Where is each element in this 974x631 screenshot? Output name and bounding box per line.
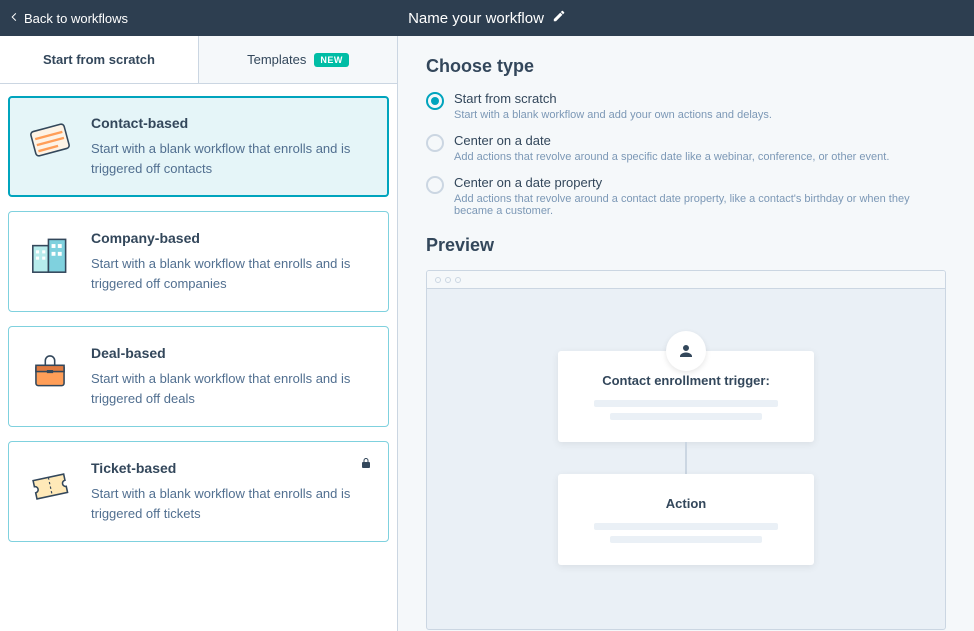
tab-start-from-scratch[interactable]: Start from scratch bbox=[0, 36, 198, 83]
placeholder-line bbox=[610, 536, 761, 543]
lock-icon bbox=[360, 456, 372, 468]
placeholder-line bbox=[610, 413, 761, 420]
trigger-label: Contact enrollment trigger: bbox=[578, 373, 794, 388]
radio-center-on-date[interactable]: Center on a date Add actions that revolv… bbox=[426, 133, 946, 163]
contact-icon bbox=[25, 115, 75, 165]
right-panel: Choose type Start from scratch Start wit… bbox=[398, 36, 974, 631]
back-label: Back to workflows bbox=[24, 11, 128, 26]
tab-label: Start from scratch bbox=[43, 52, 155, 67]
tab-templates[interactable]: Templates NEW bbox=[198, 36, 397, 83]
deal-icon bbox=[25, 345, 75, 395]
radio-start-from-scratch[interactable]: Start from scratch Start with a blank wo… bbox=[426, 91, 946, 121]
choose-type-heading: Choose type bbox=[426, 56, 946, 77]
preview-window: Contact enrollment trigger: Action bbox=[426, 270, 946, 630]
left-panel: Start from scratch Templates NEW bbox=[0, 36, 398, 631]
card-deal-based[interactable]: Deal-based Start with a blank workflow t… bbox=[8, 326, 389, 427]
tab-label: Templates bbox=[247, 52, 306, 67]
back-to-workflows-link[interactable]: Back to workflows bbox=[0, 11, 128, 26]
window-dot-icon bbox=[445, 277, 451, 283]
radio-indicator bbox=[426, 92, 444, 110]
radio-label: Center on a date property bbox=[454, 175, 946, 190]
app-header: Back to workflows Name your workflow bbox=[0, 0, 974, 36]
card-desc: Start with a blank workflow that enrolls… bbox=[91, 254, 372, 293]
radio-desc: Add actions that revolve around a specif… bbox=[454, 151, 889, 163]
window-dot-icon bbox=[455, 277, 461, 283]
radio-desc: Start with a blank workflow and add your… bbox=[454, 109, 772, 121]
workflow-title-edit[interactable]: Name your workflow bbox=[408, 9, 566, 27]
tabs: Start from scratch Templates NEW bbox=[0, 36, 397, 84]
radio-label: Center on a date bbox=[454, 133, 889, 148]
radio-indicator bbox=[426, 176, 444, 194]
ticket-icon bbox=[25, 460, 75, 510]
company-icon bbox=[25, 230, 75, 280]
card-desc: Start with a blank workflow that enrolls… bbox=[91, 139, 372, 178]
card-title: Deal-based bbox=[91, 345, 372, 361]
card-ticket-based[interactable]: Ticket-based Start with a blank workflow… bbox=[8, 441, 389, 542]
new-badge: NEW bbox=[314, 53, 349, 67]
card-desc: Start with a blank workflow that enrolls… bbox=[91, 484, 372, 523]
type-radio-group: Start from scratch Start with a blank wo… bbox=[426, 91, 946, 217]
radio-desc: Add actions that revolve around a contac… bbox=[454, 193, 946, 217]
object-type-list: Contact-based Start with a blank workflo… bbox=[0, 84, 397, 631]
preview-canvas: Contact enrollment trigger: Action bbox=[427, 289, 945, 629]
connector-line bbox=[685, 442, 687, 474]
card-title: Contact-based bbox=[91, 115, 372, 131]
workflow-title: Name your workflow bbox=[408, 10, 544, 27]
action-node: Action bbox=[558, 474, 814, 565]
chevron-left-icon bbox=[8, 11, 20, 26]
preview-heading: Preview bbox=[426, 235, 946, 256]
radio-center-on-date-property[interactable]: Center on a date property Add actions th… bbox=[426, 175, 946, 217]
preview-titlebar bbox=[427, 271, 945, 289]
card-title: Ticket-based bbox=[91, 460, 372, 476]
card-title: Company-based bbox=[91, 230, 372, 246]
radio-indicator bbox=[426, 134, 444, 152]
window-dot-icon bbox=[435, 277, 441, 283]
card-desc: Start with a blank workflow that enrolls… bbox=[91, 369, 372, 408]
card-company-based[interactable]: Company-based Start with a blank workflo… bbox=[8, 211, 389, 312]
edit-pencil-icon bbox=[552, 9, 566, 27]
card-contact-based[interactable]: Contact-based Start with a blank workflo… bbox=[8, 96, 389, 197]
placeholder-line bbox=[594, 523, 778, 530]
action-label: Action bbox=[578, 496, 794, 511]
contact-avatar-icon bbox=[666, 331, 706, 371]
placeholder-line bbox=[594, 400, 778, 407]
radio-label: Start from scratch bbox=[454, 91, 772, 106]
